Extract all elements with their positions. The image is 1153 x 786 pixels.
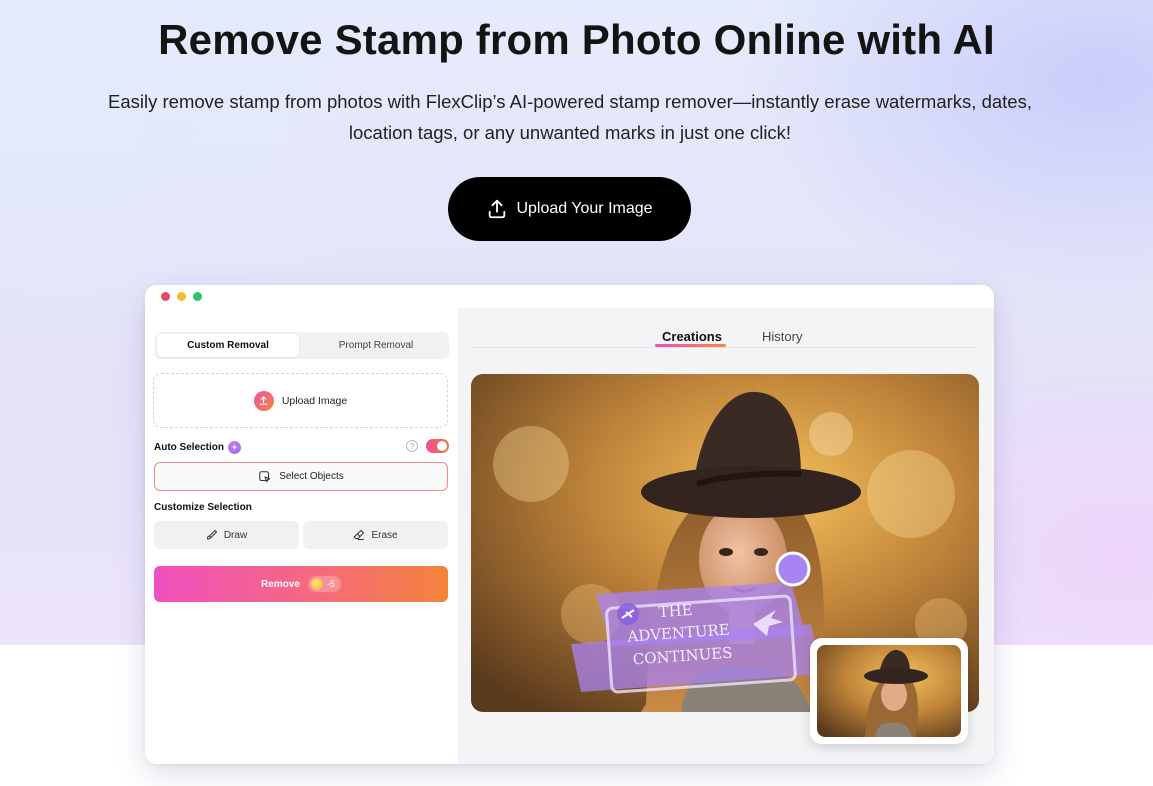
coin-icon <box>310 578 323 590</box>
erase-button[interactable]: Erase <box>303 521 448 549</box>
auto-selection-row: Auto Selection ✦ ? <box>154 439 449 455</box>
result-thumbnail-card[interactable] <box>810 638 968 744</box>
erase-label: Erase <box>371 529 398 541</box>
page-title: Remove Stamp from Photo Online with AI <box>158 16 995 63</box>
window-close-dot <box>161 292 170 301</box>
tab-history[interactable]: History <box>762 329 802 344</box>
upload-your-image-label: Upload Your Image <box>516 200 653 217</box>
credit-cost-badge: -5 <box>307 576 341 592</box>
result-tabs: Creations History <box>470 308 978 348</box>
tab-prompt-removal[interactable]: Prompt Removal <box>305 334 447 357</box>
page-subtitle: Easily remove stamp from photos with Fle… <box>108 91 1032 143</box>
app-preview-window: Custom Removal Prompt Removal Upload Ima… <box>145 285 994 764</box>
upload-image-label: Upload Image <box>281 394 348 407</box>
removal-mode-switch: Custom Removal Prompt Removal <box>155 332 449 359</box>
brush-icon <box>206 530 217 540</box>
tab-creations[interactable]: Creations <box>662 329 722 344</box>
remove-button[interactable]: Remove -5 <box>154 566 448 602</box>
upload-icon <box>489 199 506 219</box>
eraser-icon <box>353 530 365 540</box>
tool-panel: Custom Removal Prompt Removal Upload Ima… <box>145 308 458 764</box>
stamp-line-1: THE <box>658 601 693 621</box>
preview-panel: Creations History THE ADVENTURE CONTINUE… <box>458 308 994 764</box>
help-icon[interactable]: ? <box>406 440 418 452</box>
sparkle-icon: ✦ <box>228 440 242 454</box>
select-objects-label: Select Objects <box>279 471 344 482</box>
select-objects-button[interactable]: Select Objects <box>154 462 448 491</box>
draw-label: Draw <box>223 529 248 541</box>
selection-handle[interactable] <box>775 551 811 587</box>
window-titlebar <box>145 285 994 308</box>
active-tab-indicator <box>655 344 726 347</box>
auto-selection-label: Auto Selection <box>154 441 225 453</box>
upload-your-image-button[interactable]: Upload Your Image <box>448 177 691 241</box>
auto-selection-toggle[interactable] <box>426 439 449 453</box>
upload-icon <box>253 390 274 411</box>
result-thumbnail <box>817 645 961 737</box>
window-maximize-dot <box>193 292 202 301</box>
upload-image-dropzone[interactable]: Upload Image <box>153 373 448 428</box>
draw-button[interactable]: Draw <box>154 521 299 549</box>
window-minimize-dot <box>177 292 186 301</box>
remove-label: Remove <box>261 578 300 590</box>
tab-custom-removal[interactable]: Custom Removal <box>157 334 299 357</box>
credit-cost-value: -5 <box>326 579 335 589</box>
select-objects-icon <box>259 470 271 482</box>
customize-selection-label: Customize Selection <box>154 502 252 513</box>
